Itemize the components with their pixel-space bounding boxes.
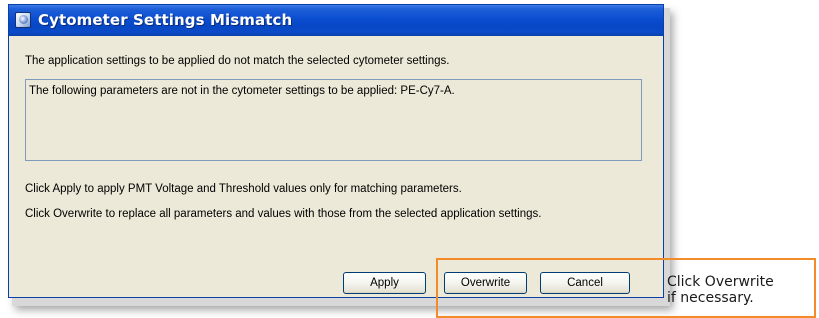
apply-instruction-text: Click Apply to apply PMT Voltage and Thr… xyxy=(25,183,462,195)
apply-button[interactable]: Apply xyxy=(343,272,426,294)
app-window-icon xyxy=(15,12,31,28)
parameters-message-text: The following parameters are not in the … xyxy=(29,85,455,97)
dialog-titlebar[interactable]: Cytometer Settings Mismatch xyxy=(9,5,663,36)
parameters-message-box: The following parameters are not in the … xyxy=(25,79,642,161)
dialog-title: Cytometer Settings Mismatch xyxy=(38,11,293,29)
cytometer-settings-mismatch-dialog: Cytometer Settings Mismatch The applicat… xyxy=(8,4,664,298)
callout-text-line-1: Click Overwrite xyxy=(667,274,774,290)
callout-text-line-2: if necessary. xyxy=(667,290,754,306)
overwrite-instruction-text: Click Overwrite to replace all parameter… xyxy=(25,208,542,220)
intro-text: The application settings to be applied d… xyxy=(25,55,450,67)
dialog-body: The application settings to be applied d… xyxy=(13,36,659,293)
